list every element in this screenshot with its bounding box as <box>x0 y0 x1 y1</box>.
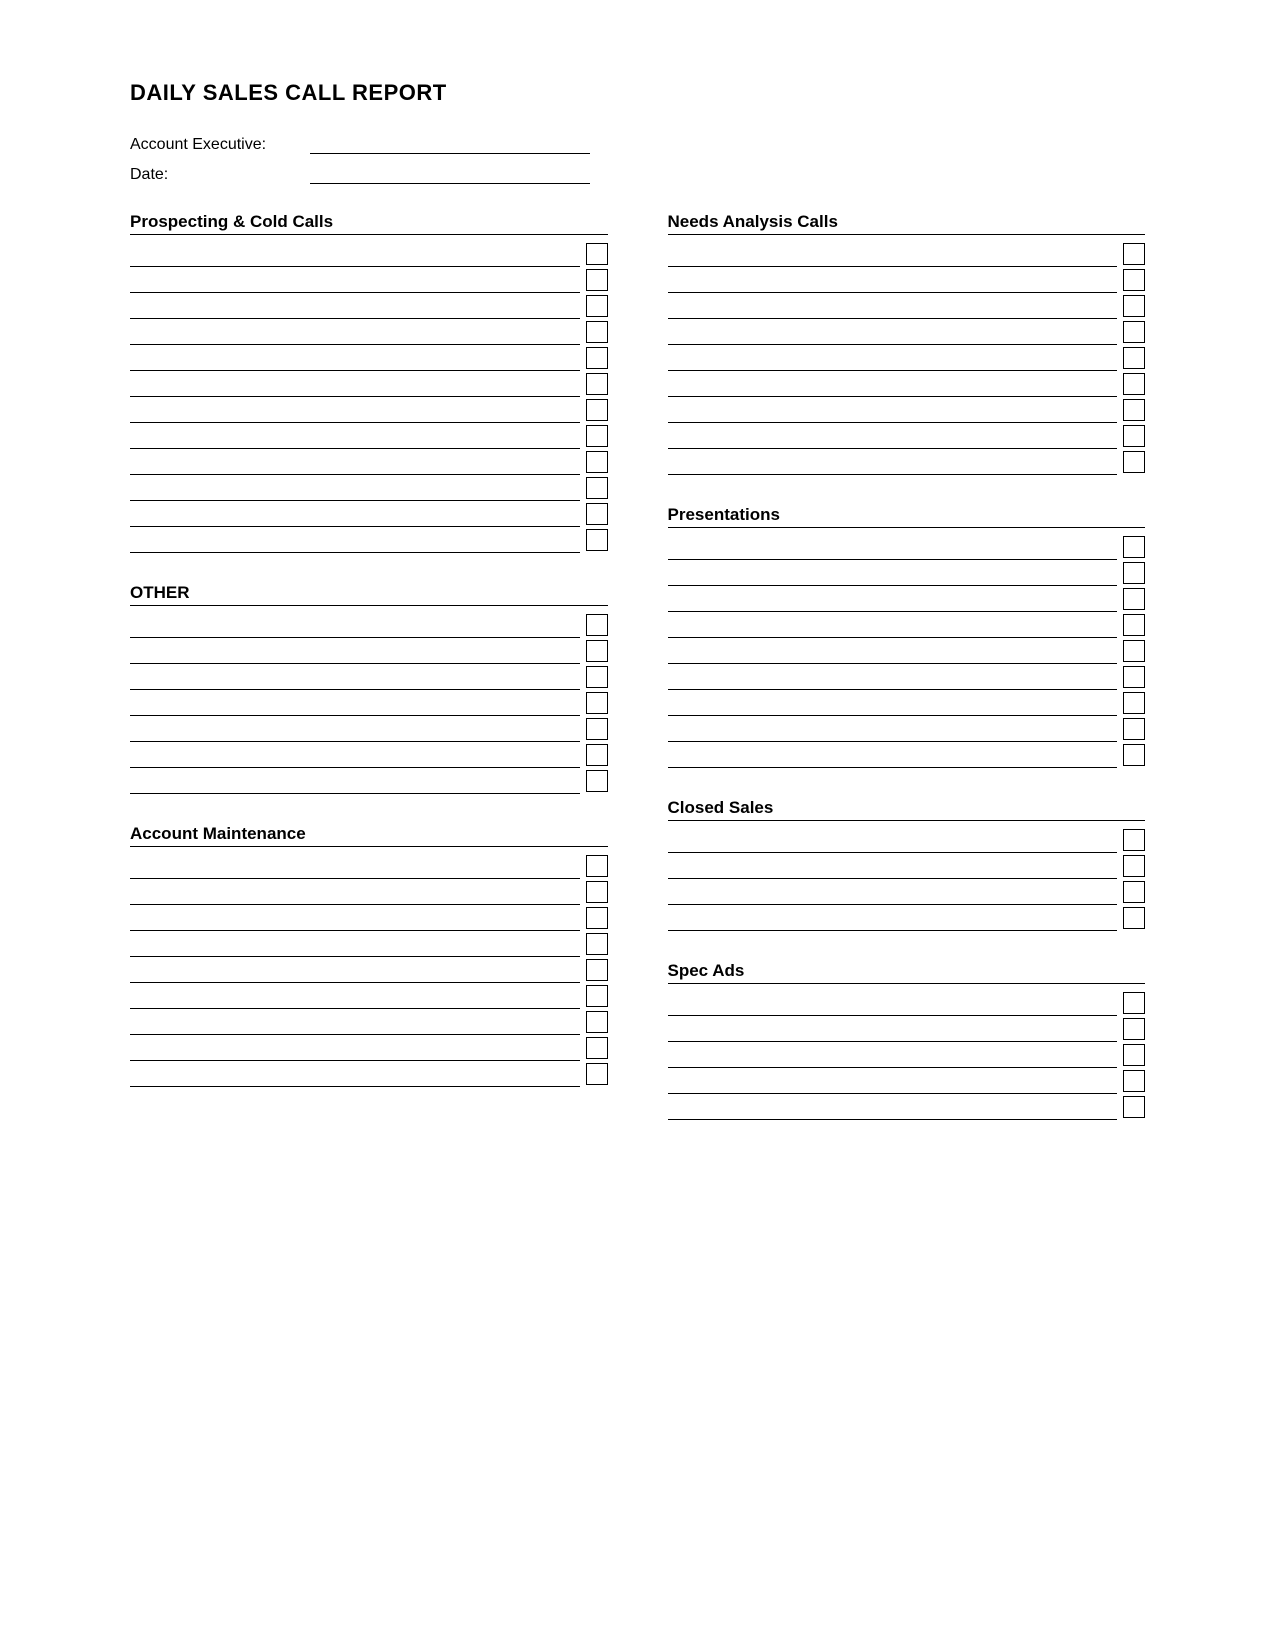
table-row <box>130 397 608 423</box>
account-maintenance-title: Account Maintenance <box>130 824 608 847</box>
table-row <box>130 345 608 371</box>
table-row <box>130 319 608 345</box>
left-column: Prospecting & Cold Calls OTHER <box>130 212 608 1150</box>
closed-sales-section: Closed Sales <box>668 798 1146 931</box>
table-row <box>668 267 1146 293</box>
table-row <box>130 664 608 690</box>
spec-ads-title: Spec Ads <box>668 961 1146 984</box>
table-row <box>668 1094 1146 1120</box>
date-label: Date: <box>130 166 310 184</box>
table-row <box>668 319 1146 345</box>
table-row <box>130 957 608 983</box>
spec-ads-rows <box>668 990 1146 1120</box>
other-rows <box>130 612 608 794</box>
header-fields: Account Executive: Date: <box>130 134 1145 184</box>
table-row <box>130 267 608 293</box>
right-column: Needs Analysis Calls Presentations <box>668 212 1146 1150</box>
table-row <box>668 742 1146 768</box>
needs-analysis-rows <box>668 241 1146 475</box>
table-row <box>668 423 1146 449</box>
needs-analysis-section: Needs Analysis Calls <box>668 212 1146 475</box>
table-row <box>668 664 1146 690</box>
date-input[interactable] <box>310 164 590 184</box>
table-row <box>130 853 608 879</box>
table-row <box>130 638 608 664</box>
table-row <box>130 371 608 397</box>
table-row <box>668 345 1146 371</box>
table-row <box>668 716 1146 742</box>
presentations-section: Presentations <box>668 505 1146 768</box>
table-row <box>130 983 608 1009</box>
table-row <box>668 293 1146 319</box>
table-row <box>130 1061 608 1087</box>
prospecting-section: Prospecting & Cold Calls <box>130 212 608 553</box>
table-row <box>130 527 608 553</box>
table-row <box>668 586 1146 612</box>
page-title: DAILY SALES CALL REPORT <box>130 80 1145 106</box>
prospecting-title: Prospecting & Cold Calls <box>130 212 608 235</box>
closed-sales-rows <box>668 827 1146 931</box>
table-row <box>130 905 608 931</box>
spec-ads-section: Spec Ads <box>668 961 1146 1120</box>
table-row <box>668 990 1146 1016</box>
table-row <box>130 241 608 267</box>
account-maintenance-rows <box>130 853 608 1087</box>
table-row <box>130 423 608 449</box>
table-row <box>668 241 1146 267</box>
table-row <box>668 905 1146 931</box>
prospecting-rows <box>130 241 608 553</box>
table-row <box>668 397 1146 423</box>
table-row <box>668 534 1146 560</box>
table-row <box>130 879 608 905</box>
table-row <box>130 1035 608 1061</box>
other-section: OTHER <box>130 583 608 794</box>
needs-analysis-title: Needs Analysis Calls <box>668 212 1146 235</box>
account-executive-input[interactable] <box>310 134 590 154</box>
table-row <box>130 612 608 638</box>
account-maintenance-section: Account Maintenance <box>130 824 608 1087</box>
table-row <box>668 612 1146 638</box>
table-row <box>668 560 1146 586</box>
table-row <box>668 449 1146 475</box>
presentations-rows <box>668 534 1146 768</box>
table-row <box>668 879 1146 905</box>
table-row <box>668 1042 1146 1068</box>
table-row <box>668 638 1146 664</box>
account-executive-row: Account Executive: <box>130 134 1145 154</box>
table-row <box>668 1068 1146 1094</box>
table-row <box>130 293 608 319</box>
closed-sales-title: Closed Sales <box>668 798 1146 821</box>
table-row <box>668 690 1146 716</box>
main-grid: Prospecting & Cold Calls OTHER <box>130 212 1145 1150</box>
table-row <box>130 690 608 716</box>
table-row <box>668 371 1146 397</box>
table-row <box>130 1009 608 1035</box>
table-row <box>668 1016 1146 1042</box>
table-row <box>130 742 608 768</box>
table-row <box>130 768 608 794</box>
presentations-title: Presentations <box>668 505 1146 528</box>
table-row <box>130 449 608 475</box>
table-row <box>130 475 608 501</box>
table-row <box>130 501 608 527</box>
table-row <box>668 827 1146 853</box>
table-row <box>668 853 1146 879</box>
table-row <box>130 931 608 957</box>
date-row: Date: <box>130 164 1145 184</box>
account-executive-label: Account Executive: <box>130 136 310 154</box>
table-row <box>130 716 608 742</box>
other-title: OTHER <box>130 583 608 606</box>
